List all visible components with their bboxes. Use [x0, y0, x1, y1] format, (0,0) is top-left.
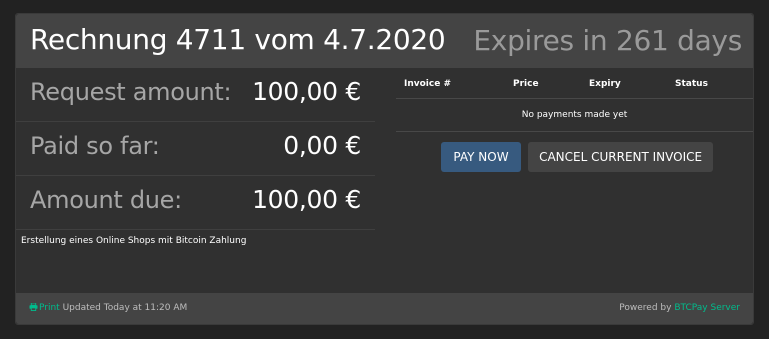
amount-due-row: Amount due: 100,00 € [16, 176, 375, 230]
updated-timestamp: Updated Today at 11:20 AM [62, 303, 188, 313]
payments-table-header: Invoice # Price Expiry Status [396, 68, 753, 99]
print-icon [29, 303, 38, 311]
cancel-invoice-button[interactable]: CANCEL CURRENT INVOICE [528, 142, 714, 172]
amount-summary: Request amount: 100,00 € Paid so far: 0,… [16, 68, 375, 246]
powered-by-prefix: Powered by [619, 303, 672, 313]
expiry-countdown: Expires in 261 days [473, 24, 742, 57]
column-expiry: Expiry [589, 79, 621, 89]
footer-left: Print Updated Today at 11:20 AM [29, 303, 187, 313]
paid-so-far-label: Paid so far: [30, 132, 160, 160]
amount-due-label: Amount due: [30, 186, 182, 214]
paid-so-far-value: 0,00 € [283, 131, 361, 160]
no-payments-message: No payments made yet [521, 110, 628, 120]
invoice-title: Rechnung 4711 vom 4.7.2020 [30, 23, 446, 56]
footer-right: Powered by BTCPay Server [619, 303, 740, 313]
paid-so-far-row: Paid so far: 0,00 € [16, 122, 375, 176]
invoice-actions: PAY NOW CANCEL CURRENT INVOICE [441, 142, 714, 172]
pay-now-button[interactable]: PAY NOW [441, 142, 521, 172]
column-price: Price [513, 79, 539, 89]
print-link[interactable]: Print [29, 303, 60, 313]
amount-due-value: 100,00 € [252, 185, 361, 214]
invoice-header: Rechnung 4711 vom 4.7.2020 Expires in 26… [16, 14, 753, 68]
btcpay-server-link[interactable]: BTCPay Server [674, 303, 740, 313]
invoice-description: Erstellung eines Online Shops mit Bitcoi… [21, 236, 247, 246]
request-amount-value: 100,00 € [252, 77, 361, 106]
invoice-footer: Print Updated Today at 11:20 AM Powered … [16, 293, 753, 324]
payments-table: Invoice # Price Expiry Status No payment… [396, 68, 753, 132]
request-amount-label: Request amount: [30, 78, 232, 106]
column-status: Status [675, 79, 708, 89]
request-amount-row: Request amount: 100,00 € [16, 68, 375, 122]
print-label: Print [39, 303, 60, 313]
invoice-card: Rechnung 4711 vom 4.7.2020 Expires in 26… [15, 13, 754, 325]
payments-panel: Invoice # Price Expiry Status No payment… [396, 68, 753, 172]
column-invoice-number: Invoice # [404, 79, 452, 89]
payments-empty-row: No payments made yet [396, 99, 753, 132]
